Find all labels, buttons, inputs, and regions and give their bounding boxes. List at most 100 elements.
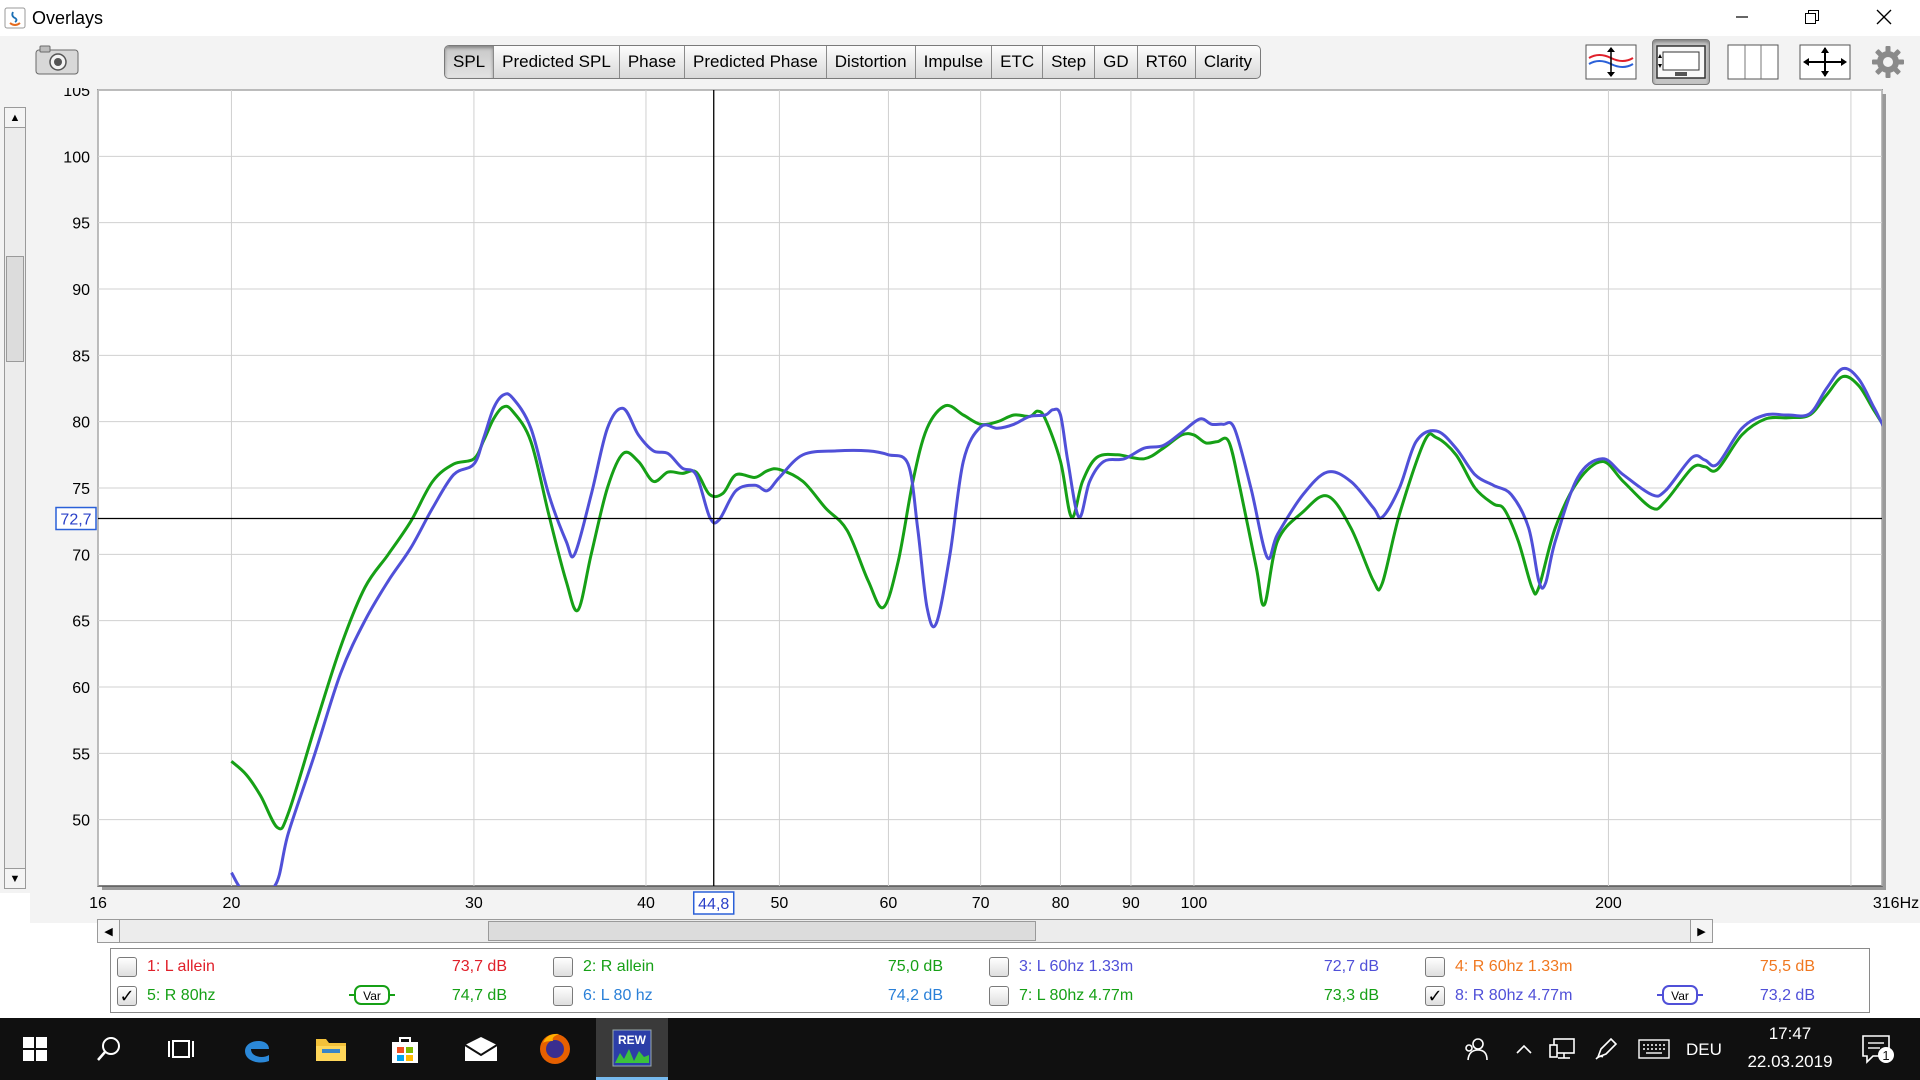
x-tick-label: 30 — [465, 895, 483, 912]
restore-icon[interactable] — [1782, 0, 1842, 34]
keyboard-icon[interactable] — [1630, 1018, 1678, 1080]
mail-icon[interactable] — [446, 1018, 516, 1080]
tray-date[interactable]: 22.03.2019 — [1740, 1052, 1840, 1072]
legend-checkbox-6[interactable] — [553, 986, 573, 1006]
legend-var-badge-5[interactable]: Var — [349, 984, 395, 1006]
close-icon[interactable] — [1854, 0, 1914, 34]
y-tick-label: 100 — [63, 149, 90, 166]
tray-language[interactable]: DEU — [1686, 1040, 1722, 1060]
y-tick-label: 65 — [72, 614, 90, 631]
firefox-icon[interactable] — [520, 1018, 590, 1080]
legend-var-label-5: Var — [363, 989, 381, 1003]
scroll-down-icon[interactable]: ▼ — [5, 868, 25, 888]
y-tick-label: 60 — [72, 680, 90, 697]
legend-item-5[interactable]: ✓ 5: R 80hz Var 74,7 dB — [117, 982, 507, 1010]
tab-rt60[interactable]: RT60 — [1138, 46, 1196, 78]
tray-time[interactable]: 17:47 — [1740, 1024, 1840, 1044]
tab-impulse[interactable]: Impulse — [916, 46, 993, 78]
x-tick-label: 20 — [223, 895, 241, 912]
legend-item-7[interactable]: 7: L 80hz 4.77m 73,3 dB — [989, 982, 1379, 1010]
vertical-scrollbar[interactable]: ▲ ▼ — [4, 107, 26, 889]
camera-icon[interactable] — [34, 44, 80, 76]
y-tick-label: 55 — [72, 746, 90, 763]
task-view-icon[interactable] — [146, 1018, 216, 1080]
legend-value-1: 73,7 dB — [451, 958, 507, 975]
tab-step[interactable]: Step — [1043, 46, 1096, 78]
legend-item-1[interactable]: 1: L allein 73,7 dB — [117, 953, 507, 981]
toolbar: SPL Predicted SPL Phase Predicted Phase … — [0, 36, 1920, 88]
tab-gd[interactable]: GD — [1095, 46, 1138, 78]
legend-value-7: 73,3 dB — [1323, 987, 1379, 1004]
minimize-icon[interactable] — [1712, 0, 1772, 34]
horizontal-scrollbar[interactable]: ◀ ▶ — [97, 919, 1713, 943]
horizontal-scroll-thumb[interactable] — [488, 921, 1036, 941]
cursor-y-readout: 72,7 — [60, 512, 91, 529]
java-app-icon — [4, 6, 26, 30]
file-explorer-icon[interactable] — [296, 1018, 366, 1080]
legend-item-8[interactable]: ✓ 8: R 80hz 4.77m Var 73,2 dB — [1425, 982, 1815, 1010]
legend-checkbox-1[interactable] — [117, 957, 137, 977]
x-tick-label: 70 — [972, 895, 990, 912]
tray-chevron-up-icon[interactable] — [1506, 1018, 1542, 1080]
cursor-x-readout: 44,8 — [698, 896, 729, 913]
legend-value-2: 75,0 dB — [887, 958, 943, 975]
tab-distortion[interactable]: Distortion — [827, 46, 916, 78]
window-title: Overlays — [32, 8, 104, 28]
legend-panel: 1: L allein 73,7 dB 2: R allein 75,0 dB … — [110, 948, 1870, 1013]
y-tick-label: 80 — [72, 415, 90, 432]
x-tick-label: 90 — [1122, 895, 1140, 912]
tab-phase[interactable]: Phase — [620, 46, 686, 78]
scroll-right-icon[interactable]: ▶ — [1690, 920, 1712, 942]
legend-checkbox-7[interactable] — [989, 986, 1009, 1006]
rew-app-icon[interactable]: REW — [596, 1018, 668, 1080]
spl-chart[interactable]: 50 55 60 65 70 75 80 85 90 95 100 105 16 20 30 40 50 60 70… — [30, 88, 1920, 923]
edge-browser-icon[interactable] — [222, 1018, 292, 1080]
legend-item-2[interactable]: 2: R allein 75,0 dB — [553, 953, 943, 981]
network-icon[interactable] — [1542, 1018, 1584, 1080]
tab-clarity[interactable]: Clarity — [1196, 46, 1260, 78]
rew-app-label: REW — [618, 1033, 647, 1047]
legend-label-1: 1: L allein — [147, 958, 215, 975]
split-view-icon[interactable] — [1724, 39, 1782, 85]
legend-item-4[interactable]: 4: R 60hz 1.33m 75,5 dB — [1425, 953, 1815, 981]
legend-label-2: 2: R allein — [583, 958, 655, 975]
y-tick-label: 85 — [72, 348, 90, 365]
legend-checkbox-8[interactable]: ✓ — [1425, 986, 1445, 1006]
legend-var-badge-8[interactable]: Var — [1657, 984, 1703, 1006]
vertical-scroll-thumb[interactable] — [6, 256, 24, 362]
tab-etc[interactable]: ETC — [992, 46, 1044, 78]
legend-checkbox-3[interactable] — [989, 957, 1009, 977]
legend-checkbox-2[interactable] — [553, 957, 573, 977]
notification-icon[interactable]: 1 — [1848, 1018, 1908, 1080]
store-icon[interactable] — [370, 1018, 440, 1080]
pen-icon[interactable] — [1586, 1018, 1626, 1080]
legend-value-4: 75,5 dB — [1759, 958, 1815, 975]
legend-label-8: 8: R 80hz 4.77m — [1455, 987, 1573, 1004]
overlay-traces-icon[interactable] — [1582, 39, 1640, 85]
people-icon[interactable] — [1454, 1018, 1498, 1080]
y-tick-label: 50 — [72, 813, 90, 830]
x-tick-label: 200 — [1595, 895, 1622, 912]
y-tick-label: 70 — [72, 547, 90, 564]
x-tick-label: 40 — [637, 895, 655, 912]
settings-gear-icon[interactable] — [1862, 39, 1914, 85]
search-icon[interactable] — [74, 1018, 144, 1080]
taskbar: REW DEU 17:47 22.03.2019 1 — [0, 1018, 1920, 1080]
legend-label-5: 5: R 80hz — [147, 987, 216, 1004]
graph-limits-icon[interactable] — [1652, 39, 1710, 85]
scroll-left-icon[interactable]: ◀ — [98, 920, 120, 942]
tab-predicted-phase[interactable]: Predicted Phase — [685, 46, 827, 78]
legend-item-6[interactable]: 6: L 80 hz 74,2 dB — [553, 982, 943, 1010]
tab-predicted-spl[interactable]: Predicted SPL — [494, 46, 620, 78]
legend-label-7: 7: L 80hz 4.77m — [1019, 987, 1134, 1004]
legend-value-8: 73,2 dB — [1759, 987, 1815, 1004]
windows-start-icon[interactable] — [0, 1018, 70, 1080]
y-tick-label: 75 — [72, 481, 90, 498]
scroll-up-icon[interactable]: ▲ — [5, 108, 25, 128]
legend-item-3[interactable]: 3: L 60hz 1.33m 72,7 dB — [989, 953, 1379, 981]
legend-checkbox-5[interactable]: ✓ — [117, 986, 137, 1006]
tab-spl[interactable]: SPL — [445, 46, 495, 78]
legend-label-6: 6: L 80 hz — [583, 987, 653, 1004]
move-arrows-icon[interactable] — [1796, 39, 1854, 85]
legend-checkbox-4[interactable] — [1425, 957, 1445, 977]
